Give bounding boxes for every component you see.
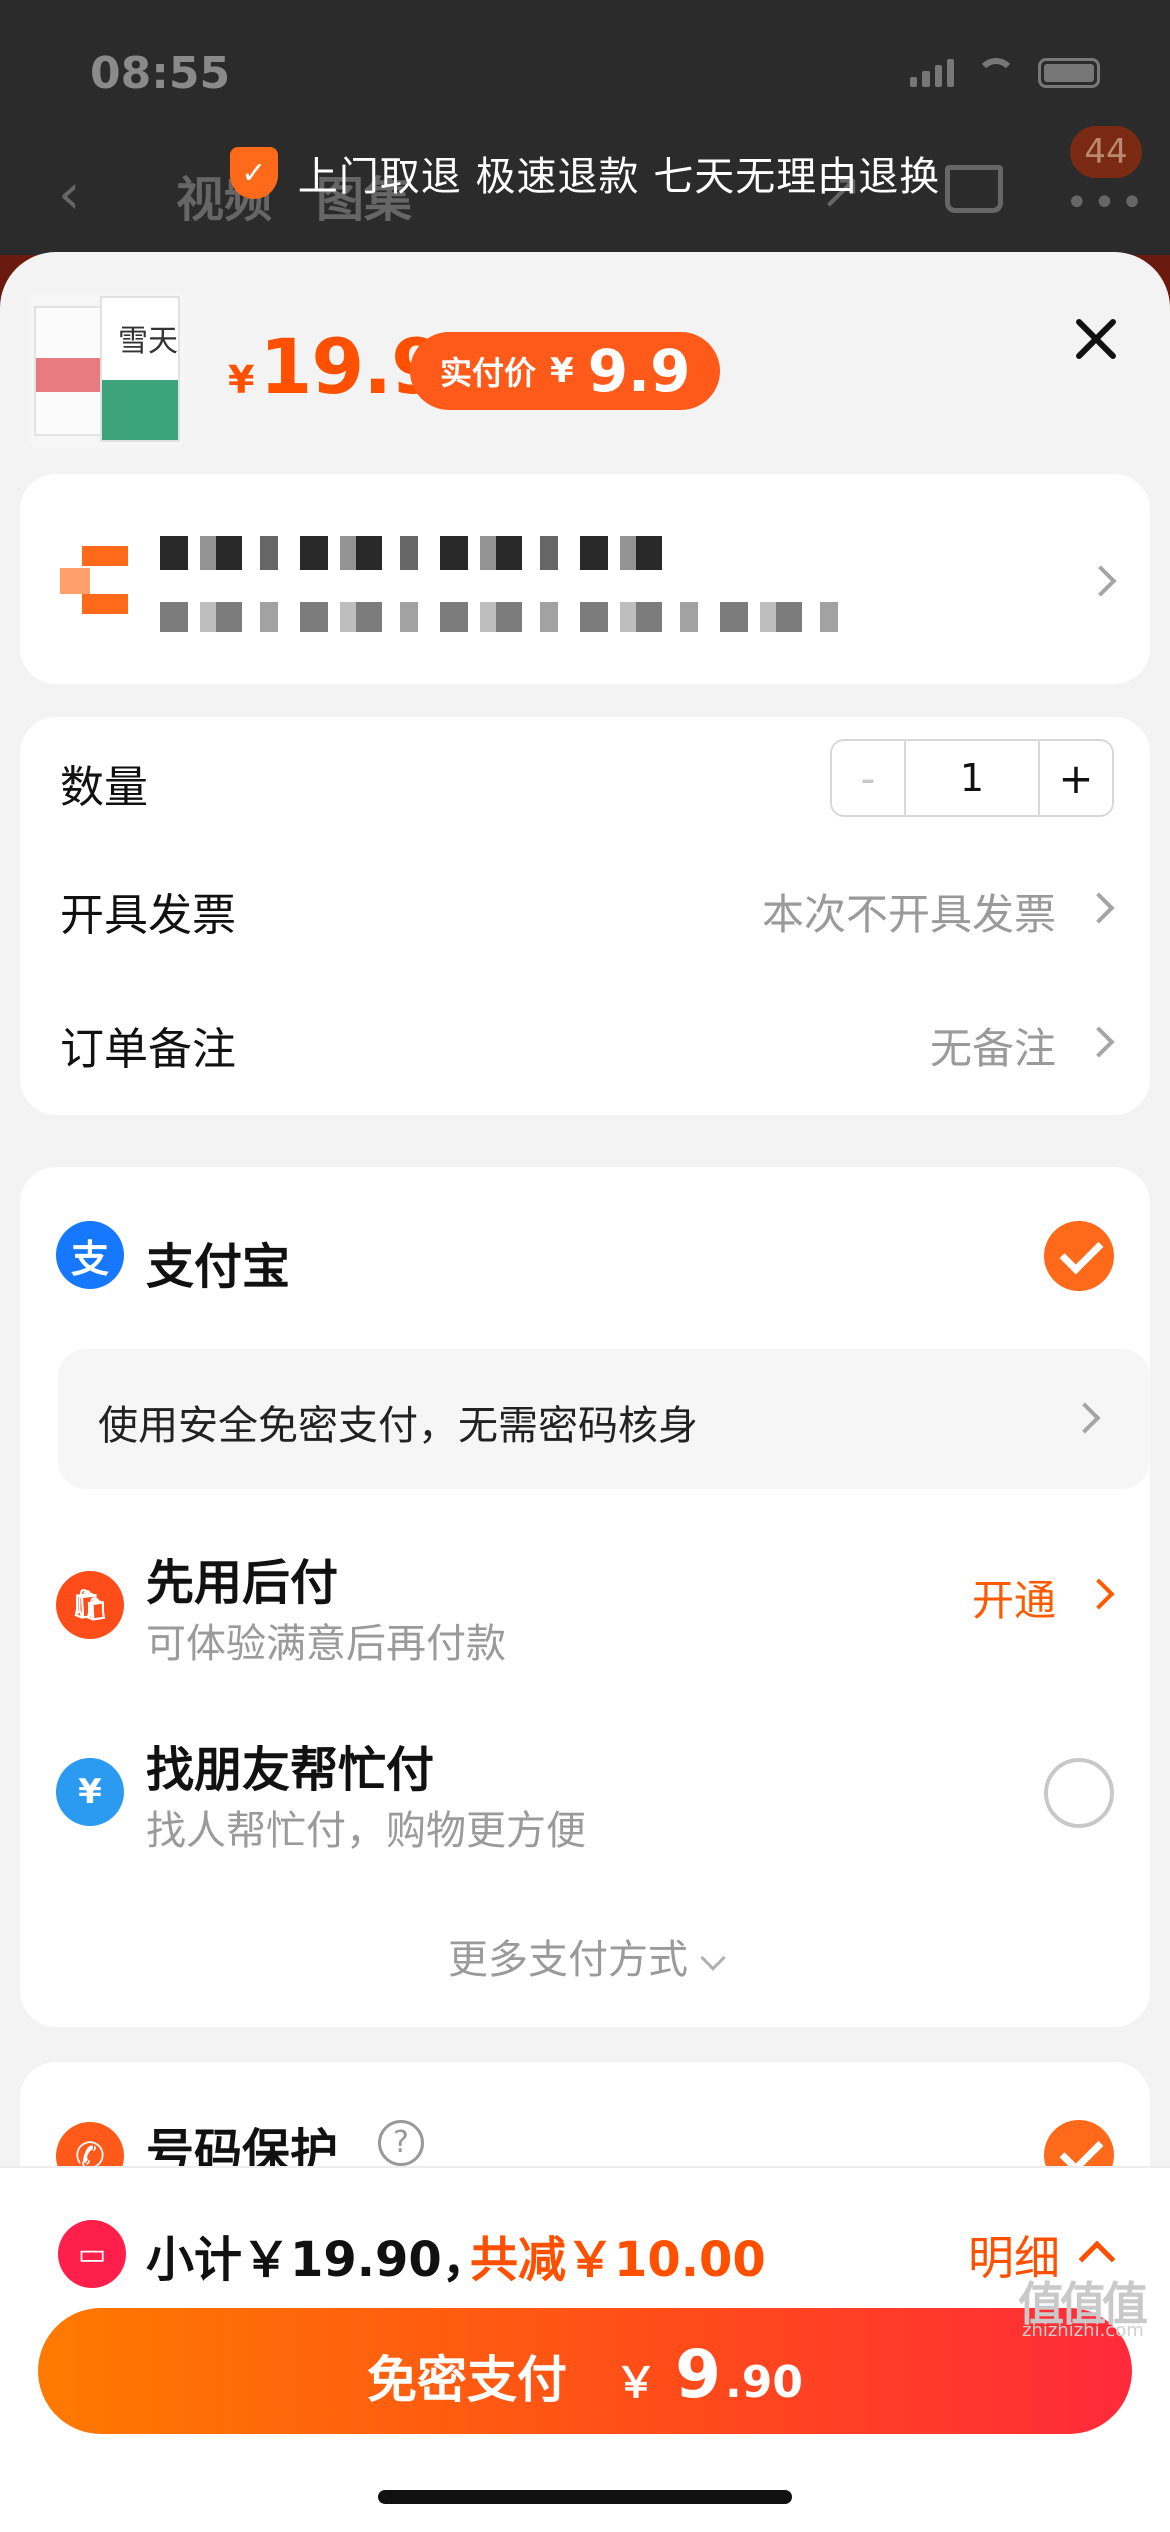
chevron-down-icon <box>700 1945 726 1971</box>
alipay-option[interactable]: 支 支付宝 <box>20 1167 1150 1337</box>
quantity-minus-button[interactable]: - <box>832 741 906 815</box>
status-bar: 08:55 <box>0 40 1170 110</box>
pay-later-bag-icon: 🛍 <box>56 1571 124 1639</box>
remark-value: 无备注 <box>929 1024 1056 1073</box>
remark-row[interactable]: 订单备注 无备注 <box>20 979 1150 1099</box>
secure-pay-banner[interactable]: 使用安全免密支付，无需密码核身 <box>58 1349 1150 1489</box>
discount-text: 共减￥10.00 <box>470 2232 766 2288</box>
checkout-bottom-bar: ▭ 小计￥19.90， 共减￥10.00 明细 免密支付 ￥ 9 .90 <box>0 2166 1170 2532</box>
friend-pay-title: 找朋友帮忙付 <box>146 1742 435 1798</box>
chevron-right-icon <box>1069 1402 1101 1434</box>
friend-pay-option[interactable]: ¥ 找朋友帮忙付 找人帮忙付，购物更方便 <box>20 1712 1150 1872</box>
check-icon[interactable] <box>1044 1221 1114 1291</box>
service-banner-text: 上门取退 极速退款 七天无理由退换 <box>297 154 941 200</box>
pay-later-open-link[interactable]: 开通 <box>972 1567 1056 1628</box>
quantity-row: 数量 - 1 + <box>20 717 1150 837</box>
radio-unselected[interactable] <box>1044 1758 1114 1828</box>
invoice-label: 开具发票 <box>60 890 236 941</box>
status-icons <box>910 58 1100 88</box>
alipay-title: 支付宝 <box>146 1239 291 1295</box>
pay-later-option[interactable]: 🛍 先用后付 可体验满意后再付款 开通 <box>20 1527 1150 1687</box>
secure-pay-text: 使用安全免密支付，无需密码核身 <box>98 1403 698 1449</box>
product-header: 雪天 ¥19.9 实付价 ¥ 9.9 <box>0 252 1170 462</box>
wifi-icon <box>976 58 1016 88</box>
friend-pay-icon: ¥ <box>56 1758 124 1826</box>
close-icon[interactable] <box>1070 314 1120 364</box>
order-options-card: 数量 - 1 + 开具发票 本次不开具发票 订单备注 无备注 <box>20 717 1150 1115</box>
shield-check-icon: ✓ <box>229 147 278 199</box>
quantity-label: 数量 <box>60 762 148 813</box>
pay-later-title: 先用后付 <box>146 1555 339 1611</box>
remark-label: 订单备注 <box>60 1024 236 1075</box>
alipay-icon: 支 <box>56 1221 124 1289</box>
service-banner: ✓ 上门取退 极速退款 七天无理由退换 <box>0 140 1170 206</box>
quantity-value[interactable]: 1 <box>906 741 1038 815</box>
actual-price-badge: 实付价 ¥ 9.9 <box>410 332 721 410</box>
pay-button[interactable]: 免密支付 ￥ 9 .90 <box>38 2308 1132 2434</box>
quantity-plus-button[interactable]: + <box>1038 741 1112 815</box>
pay-button-amount-decimal: .90 <box>725 2357 803 2408</box>
battery-icon <box>1038 58 1100 88</box>
pay-button-currency: ￥ <box>615 2358 658 2407</box>
watermark-url: zhizhizhi.com <box>1022 2320 1144 2341</box>
chevron-right-icon <box>1083 1026 1115 1058</box>
signal-icon <box>910 59 954 87</box>
pay-button-label: 免密支付 <box>367 2351 568 2409</box>
payment-methods-card: 支 支付宝 使用安全免密支付，无需密码核身 🛍 先用后付 可体验满意后再付款 开… <box>20 1167 1150 2027</box>
friend-pay-subtitle: 找人帮忙付，购物更方便 <box>146 1808 586 1854</box>
pay-later-subtitle: 可体验满意后再付款 <box>146 1621 506 1667</box>
address-detail-redacted <box>160 602 840 632</box>
status-time: 08:55 <box>90 48 231 99</box>
coupon-icon: ▭ <box>58 2220 126 2288</box>
quantity-stepper[interactable]: - 1 + <box>830 739 1114 817</box>
invoice-value: 本次不开具发票 <box>761 890 1056 939</box>
chevron-right-icon <box>1083 892 1115 924</box>
product-thumbnail: 雪天 <box>28 292 184 448</box>
invoice-row[interactable]: 开具发票 本次不开具发票 <box>20 845 1150 965</box>
more-payment-methods[interactable]: 更多支付方式 <box>20 1927 1150 1985</box>
subtotal-text: 小计￥19.90， <box>146 2232 490 2288</box>
pay-button-amount-integer: 9 <box>675 2336 721 2413</box>
chevron-right-icon <box>1083 1578 1115 1610</box>
address-name-redacted <box>160 536 680 570</box>
address-card[interactable] <box>20 474 1150 684</box>
taobao-logo-icon <box>60 544 130 614</box>
home-indicator <box>378 2490 792 2504</box>
chevron-right-icon <box>1085 565 1117 597</box>
help-icon[interactable]: ? <box>378 2120 424 2166</box>
more-payment-methods-label: 更多支付方式 <box>448 1937 688 1983</box>
